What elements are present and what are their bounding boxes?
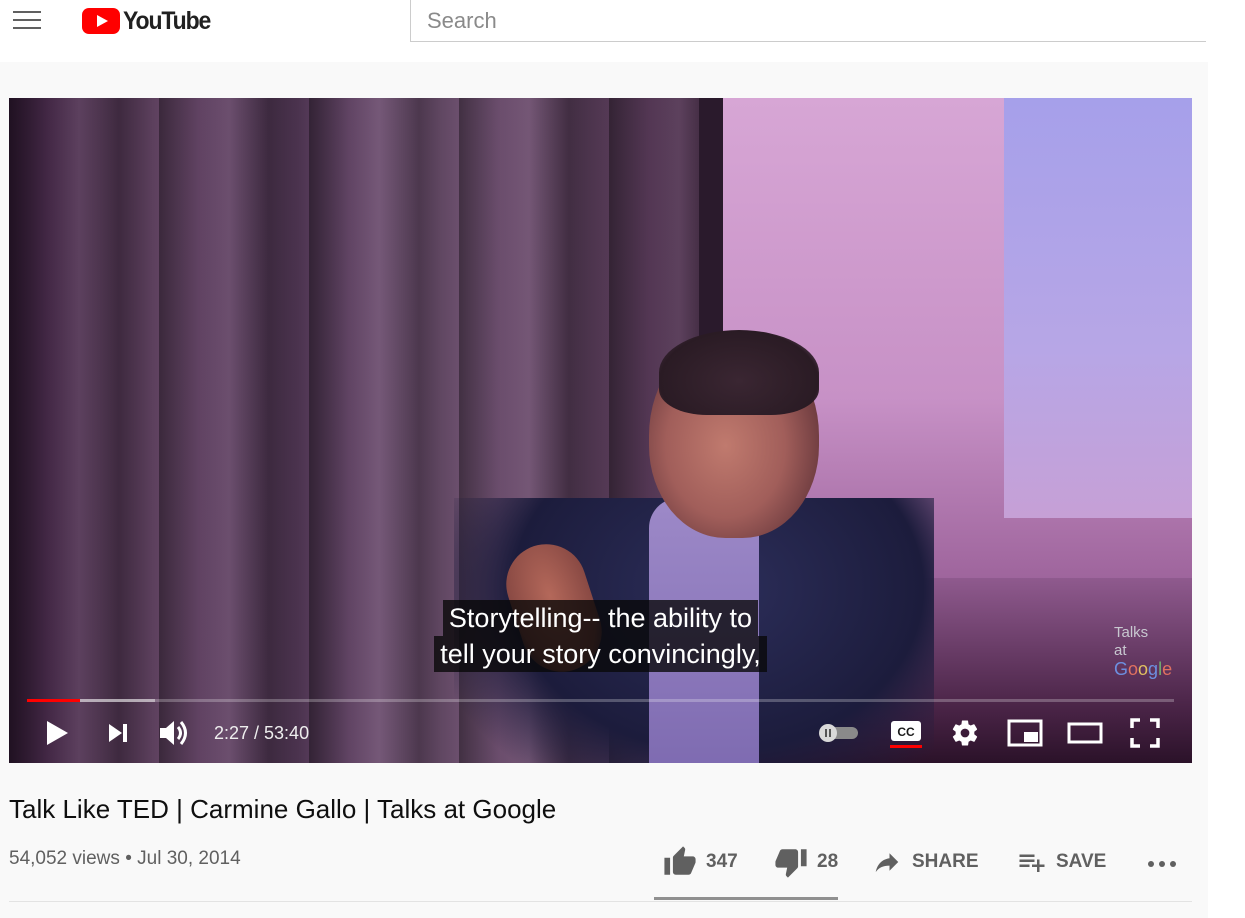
- like-dislike-bar: [654, 897, 838, 900]
- youtube-play-logo-icon: [82, 8, 120, 34]
- youtube-logo[interactable]: YouTube: [82, 6, 218, 35]
- watermark-brand-letter: o: [1128, 659, 1139, 679]
- like-button[interactable]: 347: [662, 838, 738, 886]
- theater-icon: [1067, 722, 1103, 744]
- projection-screen-lit: [1004, 98, 1192, 518]
- save-label: SAVE: [1056, 851, 1107, 872]
- watermark-brand-letter: g: [1148, 659, 1159, 679]
- thumbs-down-icon: [775, 849, 807, 878]
- more-horiz-icon: [1148, 861, 1176, 867]
- caption-line-1: Storytelling-- the ability to: [442, 600, 759, 636]
- cc-icon: CC: [890, 721, 922, 748]
- play-icon: [47, 721, 68, 745]
- video-actions: 347 28 SHARE SAVE: [0, 838, 1245, 886]
- play-button[interactable]: [39, 708, 75, 758]
- player-controls: 2:27 / 53:40 CC: [9, 708, 1192, 758]
- search-box[interactable]: [410, 0, 1206, 42]
- caption-line-2: tell your story convincingly,: [434, 636, 767, 672]
- fullscreen-button[interactable]: [1125, 708, 1165, 758]
- captions: Storytelling-- the ability to tell your …: [9, 600, 1192, 672]
- gear-icon: [952, 720, 978, 746]
- volume-button[interactable]: [155, 708, 195, 758]
- video-title: Talk Like TED | Carmine Gallo | Talks at…: [9, 794, 557, 824]
- fullscreen-icon: [1130, 718, 1160, 748]
- next-button[interactable]: [101, 708, 135, 758]
- watermark-line-2: at: [1114, 642, 1127, 659]
- progress-played: [27, 699, 80, 702]
- settings-button[interactable]: [945, 708, 985, 758]
- like-fraction-fill: [654, 897, 825, 900]
- search-input[interactable]: [411, 0, 1206, 41]
- watermark-brand-letter: e: [1162, 659, 1173, 679]
- speaker-hair: [659, 330, 819, 415]
- next-icon: [109, 724, 127, 742]
- divider: [9, 901, 1192, 902]
- playlist-add-icon: [1019, 854, 1045, 872]
- autoplay-toggle[interactable]: [813, 708, 863, 758]
- volume-icon: [160, 721, 187, 745]
- share-label: SHARE: [912, 851, 979, 872]
- watermark-line-1: Talks: [1114, 624, 1149, 641]
- video-player[interactable]: Storytelling-- the ability to tell your …: [9, 98, 1192, 763]
- more-actions-button[interactable]: [1146, 838, 1178, 886]
- share-icon: [875, 853, 899, 872]
- captions-button[interactable]: CC: [885, 708, 927, 758]
- share-button[interactable]: SHARE: [870, 838, 979, 886]
- dislike-count: 28: [817, 851, 839, 872]
- thumbs-up-icon: [664, 846, 696, 875]
- progress-bar[interactable]: [27, 699, 1174, 702]
- like-count: 347: [706, 851, 738, 872]
- dislike-button[interactable]: 28: [773, 838, 838, 886]
- masthead: YouTube: [0, 0, 1245, 62]
- theater-mode-button[interactable]: [1065, 708, 1105, 758]
- svg-text:CC: CC: [897, 725, 915, 739]
- time-display: 2:27 / 53:40: [214, 723, 310, 743]
- logo-text: YouTube: [123, 6, 211, 35]
- watermark-brand-letter: o: [1138, 659, 1149, 679]
- save-button[interactable]: SAVE: [1016, 838, 1106, 886]
- hamburger-icon[interactable]: [13, 11, 41, 31]
- watermark-brand: Google: [1114, 660, 1184, 678]
- autoplay-toggle-icon: [819, 724, 858, 742]
- talks-at-google-watermark: Talks at Google: [1114, 624, 1184, 678]
- watermark-brand-letter: G: [1114, 659, 1129, 679]
- miniplayer-icon: [1007, 719, 1043, 747]
- miniplayer-button[interactable]: [1005, 708, 1045, 758]
